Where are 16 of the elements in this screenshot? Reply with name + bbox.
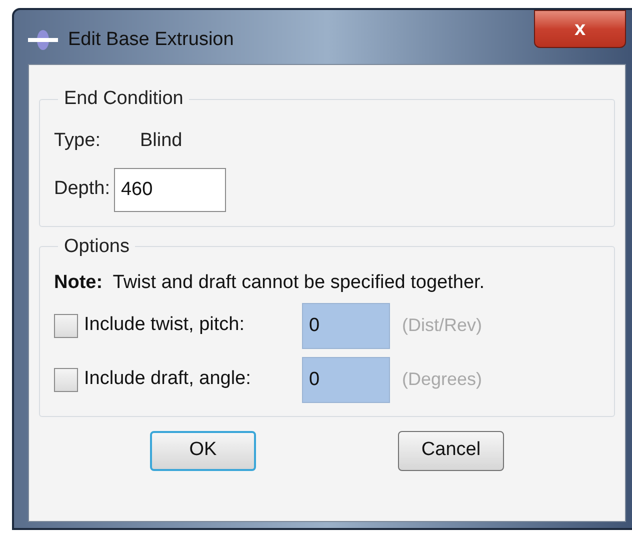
close-button[interactable]: x xyxy=(534,10,626,48)
unit-label: (Degrees) xyxy=(402,368,482,391)
depth-label: Depth: xyxy=(54,177,110,202)
option-label: Include twist, pitch: xyxy=(84,313,246,338)
note-text: Note: Twist and draft cannot be specified together. xyxy=(54,271,486,295)
app-icon xyxy=(28,29,58,52)
group-title: End Condition xyxy=(63,87,184,111)
dialog-button[interactable]: OK xyxy=(150,430,256,470)
unit-label: (Dist/Rev) xyxy=(402,314,482,337)
option-label: Include draft, angle: xyxy=(84,367,252,392)
type-value: Blind xyxy=(140,129,182,154)
window-title: Edit Base Extrusion xyxy=(68,28,234,52)
depth-field[interactable]: 460 xyxy=(114,168,226,212)
group-title: Options xyxy=(63,234,130,258)
dialog-button[interactable]: Cancel xyxy=(398,430,504,470)
type-label: Type: xyxy=(54,129,102,154)
